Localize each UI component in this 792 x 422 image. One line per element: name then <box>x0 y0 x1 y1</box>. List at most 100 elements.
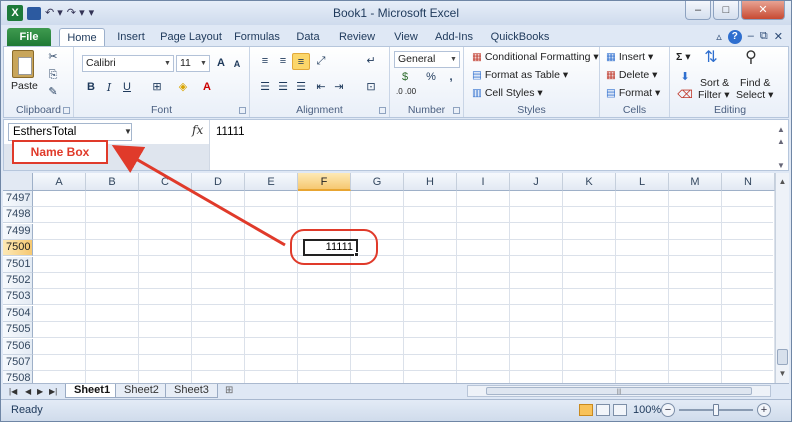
paste-button[interactable]: Paste <box>11 80 38 92</box>
bold-button[interactable]: B <box>82 79 100 96</box>
sort-label[interactable]: Sort & <box>700 77 729 89</box>
worksheet-grid[interactable]: ABCDEFGHIJKLMN 7497 7498 7499 7500 7501 7502 7… <box>3 173 789 383</box>
column-header-e[interactable]: E <box>245 173 298 191</box>
find-label[interactable]: Find & <box>740 77 770 89</box>
insert-function-icon[interactable]: fx <box>192 123 203 137</box>
insert-cells-button[interactable]: ▦ Insert ▾ <box>606 51 653 63</box>
tab-home[interactable]: Home <box>59 28 105 47</box>
insert-sheet-icon[interactable]: ⊞ <box>225 385 233 396</box>
first-sheet-icon[interactable]: |◀ <box>9 385 17 398</box>
row-header-7497[interactable]: 7497 <box>3 191 33 207</box>
column-header-i[interactable]: I <box>457 173 510 191</box>
alignment-launcher-icon[interactable] <box>379 107 386 114</box>
orientation-icon[interactable]: ⤢ <box>312 53 330 70</box>
column-header-n[interactable]: N <box>722 173 775 191</box>
font-color-icon[interactable]: A <box>198 79 216 96</box>
currency-icon[interactable]: $ <box>396 69 414 86</box>
percent-button[interactable]: % <box>422 69 440 86</box>
column-header-m[interactable]: M <box>669 173 722 191</box>
clipboard-launcher-icon[interactable] <box>63 107 70 114</box>
horizontal-scrollbar[interactable]: ||| <box>467 385 771 397</box>
workbook-close-icon[interactable]: ✕ <box>774 30 783 44</box>
font-name-combo[interactable]: Calibri ▼ <box>82 55 174 72</box>
align-middle-icon[interactable]: ≡ <box>274 53 292 70</box>
row-header-7501[interactable]: 7501 <box>3 256 33 273</box>
merge-center-icon[interactable]: ⊡ <box>362 79 380 96</box>
help-icon[interactable]: ? <box>727 30 742 44</box>
column-header-a[interactable]: A <box>33 173 86 191</box>
column-header-f[interactable]: F <box>298 173 351 191</box>
format-painter-icon[interactable]: ✎ <box>44 84 62 101</box>
maximize-button[interactable]: □ <box>713 1 739 20</box>
clear-icon[interactable]: ⌫ <box>676 87 694 104</box>
row-header-7505[interactable]: 7505 <box>3 322 33 339</box>
select-all-corner[interactable] <box>3 173 33 191</box>
fill-handle[interactable] <box>354 252 359 257</box>
row-header-7502[interactable]: 7502 <box>3 273 33 289</box>
minimize-ribbon-icon[interactable]: ▵ <box>716 30 722 44</box>
formula-input[interactable]: 11111 <box>216 123 245 141</box>
tab-data[interactable]: Data <box>291 28 325 46</box>
column-header-b[interactable]: B <box>86 173 139 191</box>
fill-icon[interactable]: ⬇ <box>676 69 694 86</box>
row-header-7499[interactable]: 7499 <box>3 223 33 240</box>
filter-label[interactable]: Filter ▾ <box>698 89 730 101</box>
select-label[interactable]: Select ▾ <box>736 89 773 101</box>
decimal-buttons[interactable]: .0 .00 <box>396 87 416 96</box>
number-format-combo[interactable]: General ▼ <box>394 51 460 68</box>
column-header-g[interactable]: G <box>351 173 404 191</box>
horizontal-scroll-thumb[interactable]: ||| <box>486 387 752 395</box>
comma-button[interactable]: , <box>442 69 460 86</box>
row-header-7508[interactable]: 7508 <box>3 371 33 383</box>
name-box[interactable]: EsthersTotal <box>8 123 132 141</box>
row-header-7503[interactable]: 7503 <box>3 289 33 306</box>
format-as-table-button[interactable]: ▤ Format as Table ▾ <box>472 69 568 81</box>
copy-icon[interactable]: ⎘ <box>44 67 62 84</box>
cell-styles-button[interactable]: ▥ Cell Styles ▾ <box>472 87 543 99</box>
cut-icon[interactable]: ✂ <box>44 49 62 66</box>
underline-button[interactable]: U <box>118 79 136 96</box>
font-size-combo[interactable]: 11 ▼ <box>176 55 210 72</box>
fill-color-icon[interactable]: ◈ <box>174 79 192 96</box>
tab-view[interactable]: View <box>389 28 423 46</box>
align-right-icon[interactable]: ☰ <box>292 79 310 96</box>
vertical-scrollbar[interactable]: ▲ ▼ <box>775 173 789 383</box>
tab-review[interactable]: Review <box>335 28 379 46</box>
zoom-in-button[interactable]: + <box>757 403 771 417</box>
italic-button[interactable]: I <box>100 79 118 96</box>
conditional-formatting-button[interactable]: ▦ Conditional Formatting ▾ <box>472 51 599 63</box>
align-bottom-icon[interactable]: ≡ <box>292 53 310 70</box>
zoom-level[interactable]: 100% <box>633 404 661 416</box>
normal-view-icon[interactable] <box>579 404 593 416</box>
page-break-view-icon[interactable] <box>613 404 627 416</box>
align-center-icon[interactable]: ☰ <box>274 79 292 96</box>
shrink-font-button[interactable]: A <box>228 56 246 73</box>
zoom-out-button[interactable]: − <box>661 403 675 417</box>
tab-insert[interactable]: Insert <box>111 28 151 46</box>
increase-indent-icon[interactable]: ⇥ <box>330 79 348 96</box>
name-box-dropdown-icon[interactable]: ▼ <box>124 123 132 141</box>
minimize-button[interactable]: – <box>685 1 711 20</box>
last-sheet-icon[interactable]: ▶| <box>49 385 57 398</box>
sheet-tab-sheet3[interactable]: Sheet3 <box>165 384 218 398</box>
row-header-7504[interactable]: 7504 <box>3 305 33 322</box>
column-header-j[interactable]: J <box>510 173 563 191</box>
prev-sheet-icon[interactable]: ◀ <box>25 385 31 398</box>
paste-icon[interactable] <box>12 50 34 78</box>
align-left-icon[interactable]: ☰ <box>256 79 274 96</box>
close-button[interactable]: ✕ <box>741 1 785 20</box>
tab-add-ins[interactable]: Add-Ins <box>431 28 477 46</box>
tab-file[interactable]: File <box>7 28 51 46</box>
delete-cells-button[interactable]: ▦ Delete ▾ <box>606 69 657 81</box>
zoom-slider-thumb[interactable] <box>713 404 719 416</box>
column-header-d[interactable]: D <box>192 173 245 191</box>
scroll-down-icon[interactable]: ▼ <box>776 367 789 381</box>
font-launcher-icon[interactable] <box>239 107 246 114</box>
column-header-l[interactable]: L <box>616 173 669 191</box>
borders-icon[interactable]: ⊞ <box>148 79 166 96</box>
number-launcher-icon[interactable] <box>453 107 460 114</box>
active-cell[interactable]: 11111 <box>303 239 358 256</box>
autosum-button[interactable]: Σ ▾ <box>676 51 691 63</box>
sheet-tab-sheet1[interactable]: Sheet1 <box>65 384 120 398</box>
wrap-text-icon[interactable]: ↵ <box>362 53 380 70</box>
